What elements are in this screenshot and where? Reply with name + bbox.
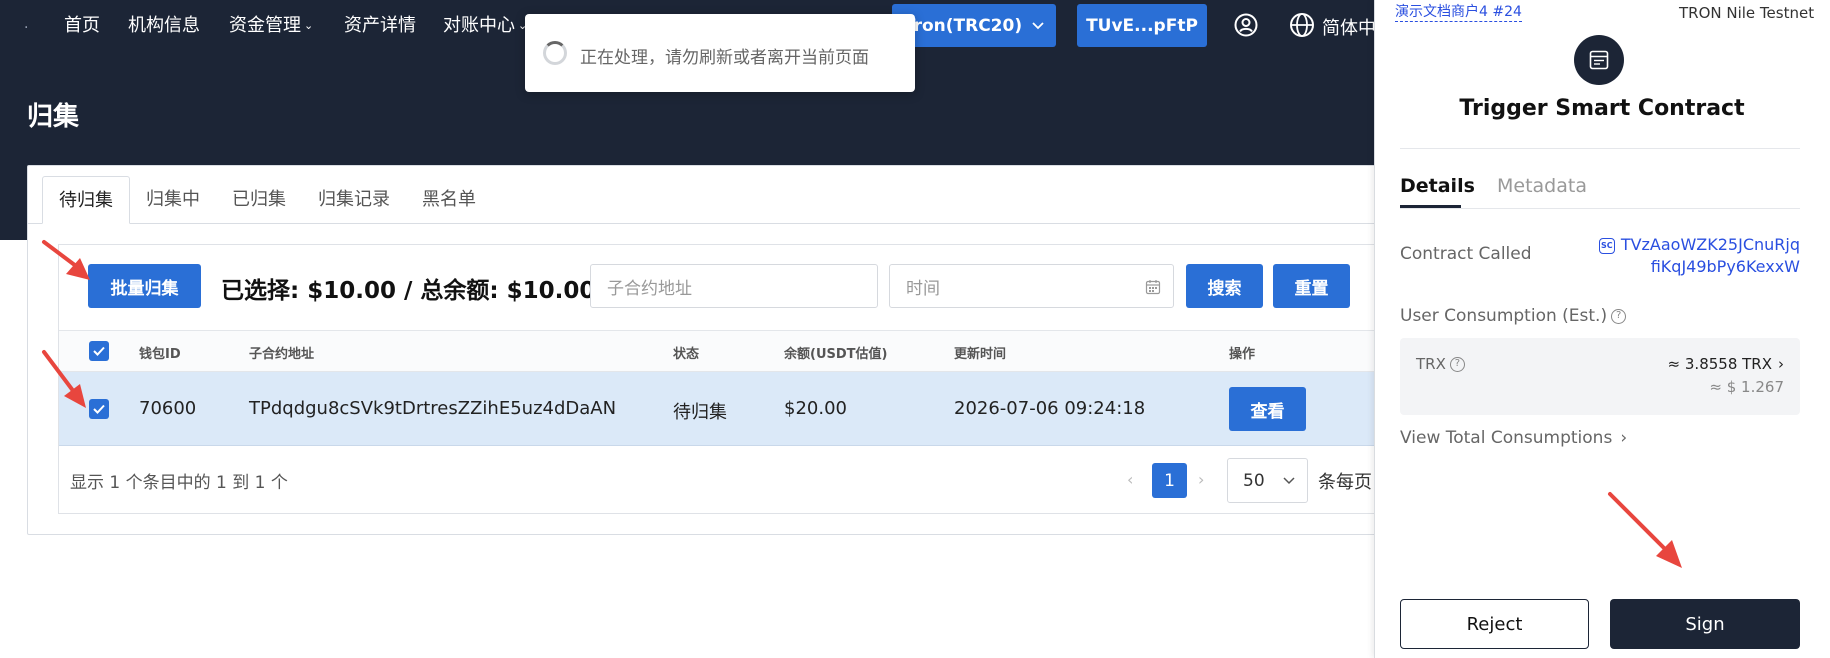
chevron-right-icon: › [1620,428,1628,448]
batch-collect-button[interactable]: 批量归集 [88,264,201,308]
trx-value[interactable]: ≈ 3.8558 TRX › [1668,355,1784,373]
nav-item-funds[interactable]: 资金管理 ⌄ [229,14,313,38]
account-label: TUvE...pFtP [1086,15,1198,36]
reset-button[interactable]: 重置 [1273,264,1350,308]
chevron-down-icon: ⌄ [304,19,314,32]
document-icon [1589,50,1609,70]
help-icon[interactable]: ? [1449,357,1465,372]
contract-called-label: Contract Called [1400,244,1532,264]
smart-contract-icon: SC [1598,237,1615,254]
view-button[interactable]: 查看 [1229,387,1306,431]
page-title: 归集 [27,102,80,132]
column-header-updated: 更新时间 [954,347,1007,362]
nav-item-funds-label: 资金管理 [229,15,301,36]
wallet-divider [1400,148,1800,149]
trx-value-text: ≈ 3.8558 TRX [1667,355,1772,373]
column-header-action: 操作 [1229,347,1256,362]
view-total-text: View Total Consumptions [1400,428,1613,448]
collection-tabs: 待归集 归集中 已归集 归集记录 黑名单 [42,176,492,224]
user-consumption-text: User Consumption (Est.) [1400,306,1608,326]
usd-value: ≈ $ 1.267 [1709,378,1784,396]
language-selector[interactable]: 简体中 [1322,14,1376,40]
tab-metadata[interactable]: Metadata [1497,175,1587,197]
nav-item-asset-details[interactable]: 资产详情 [344,14,416,38]
contract-address-placeholder: 子合约地址 [607,278,692,299]
time-input[interactable]: 时间 [889,264,1174,308]
annotation-arrow-icon [1608,492,1682,568]
pagination-info: 显示 1 个条目中的 1 到 1 个 [70,473,288,493]
column-header-wallet-id: 钱包ID [139,347,181,362]
reject-button[interactable]: Reject [1400,599,1589,649]
sign-button[interactable]: Sign [1610,599,1800,649]
page-size-value: 50 [1243,470,1265,491]
merchant-link[interactable]: 演示文档商户4 #24 [1395,1,1522,22]
per-page-label: 条每页 [1318,472,1372,493]
chevron-down-icon [1283,476,1295,484]
view-total-consumptions-link[interactable]: View Total Consumptions › [1400,428,1627,448]
help-icon[interactable]: ? [1611,308,1627,324]
column-header-balance: 余额(USDT估值) [784,347,888,362]
chevron-down-icon [1032,21,1044,29]
tab-pending[interactable]: 待归集 [42,176,130,224]
globe-icon[interactable] [1289,12,1315,38]
contract-logo [1574,35,1624,85]
page-size-select[interactable]: 50 [1227,458,1308,503]
selection-summary: 已选择: $10.00 / 总余额: $10.00 [221,278,596,304]
account-button[interactable]: TUvE...pFtP [1077,4,1207,47]
wallet-tabs-divider [1400,208,1800,209]
user-icon[interactable] [1234,13,1258,37]
toast-message: 正在处理，请勿刷新或者离开当前页面 [580,48,869,68]
chevron-right-icon[interactable]: › [1198,470,1204,489]
nav-item-reconciliation[interactable]: 对账中心 ⌄ [443,14,527,38]
cell-address: TPdqdgu8cSVk9tDrtresZZihE5uz4dDaAN [249,398,617,419]
chevron-right-icon: › [1778,355,1784,373]
tab-collected[interactable]: 已归集 [216,176,302,224]
tab-in-progress[interactable]: 归集中 [130,176,216,224]
user-consumption-label: User Consumption (Est.)? [1400,306,1627,326]
cell-updated: 2026-07-06 09:24:18 [954,398,1146,419]
tab-records[interactable]: 归集记录 [302,176,406,224]
column-header-address: 子合约地址 [249,347,315,362]
nav-dot: · [24,20,29,36]
tab-blacklist[interactable]: 黑名单 [406,176,492,224]
nav-item-reconciliation-label: 对账中心 [443,15,515,36]
annotation-arrow-icon [42,350,86,408]
nav-item-org-info[interactable]: 机构信息 [128,14,200,38]
current-page-button[interactable]: 1 [1152,463,1187,498]
active-tab-indicator [1400,205,1461,208]
spinner-icon [543,41,567,65]
calendar-icon [1145,280,1161,295]
table-row[interactable]: 70600 TPdqdgu8cSVk9tDrtresZZihE5uz4dDaAN… [59,372,1497,446]
search-button[interactable]: 搜索 [1186,264,1263,308]
contract-address-line1: TVzAaoWZK25JCnuRjq [1620,235,1800,254]
nav-item-home[interactable]: 首页 [64,14,100,38]
trx-label: TRX? [1416,355,1465,373]
cell-wallet-id: 70600 [139,398,197,419]
network-selector-button[interactable]: Tron(TRC20) [892,4,1056,47]
contract-address-link[interactable]: SC TVzAaoWZK25JCnuRjq fiKqJ49bPy6KexxW [1590,234,1800,278]
chevron-left-icon[interactable]: ‹ [1127,470,1133,489]
cell-status: 待归集 [673,402,727,423]
contract-address-input[interactable]: 子合约地址 [590,264,878,308]
network-label: Tron(TRC20) [903,15,1023,36]
cell-balance: $20.00 [784,398,847,419]
wallet-title: Trigger Smart Contract [1459,96,1745,121]
trx-label-text: TRX [1416,355,1446,373]
consumption-box: TRX? ≈ 3.8558 TRX › ≈ $ 1.267 [1400,338,1800,415]
annotation-arrow-icon [42,240,90,280]
time-placeholder: 时间 [906,278,940,299]
contract-address-line2: fiKqJ49bPy6KexxW [1650,257,1800,276]
tab-details[interactable]: Details [1400,175,1475,197]
processing-toast: 正在处理，请勿刷新或者离开当前页面 [525,14,915,92]
column-header-status: 状态 [673,347,700,362]
wallet-network-label: TRON Nile Testnet [1679,4,1815,22]
table-header: 钱包ID 子合约地址 状态 余额(USDT估值) 更新时间 操作 [59,330,1497,372]
